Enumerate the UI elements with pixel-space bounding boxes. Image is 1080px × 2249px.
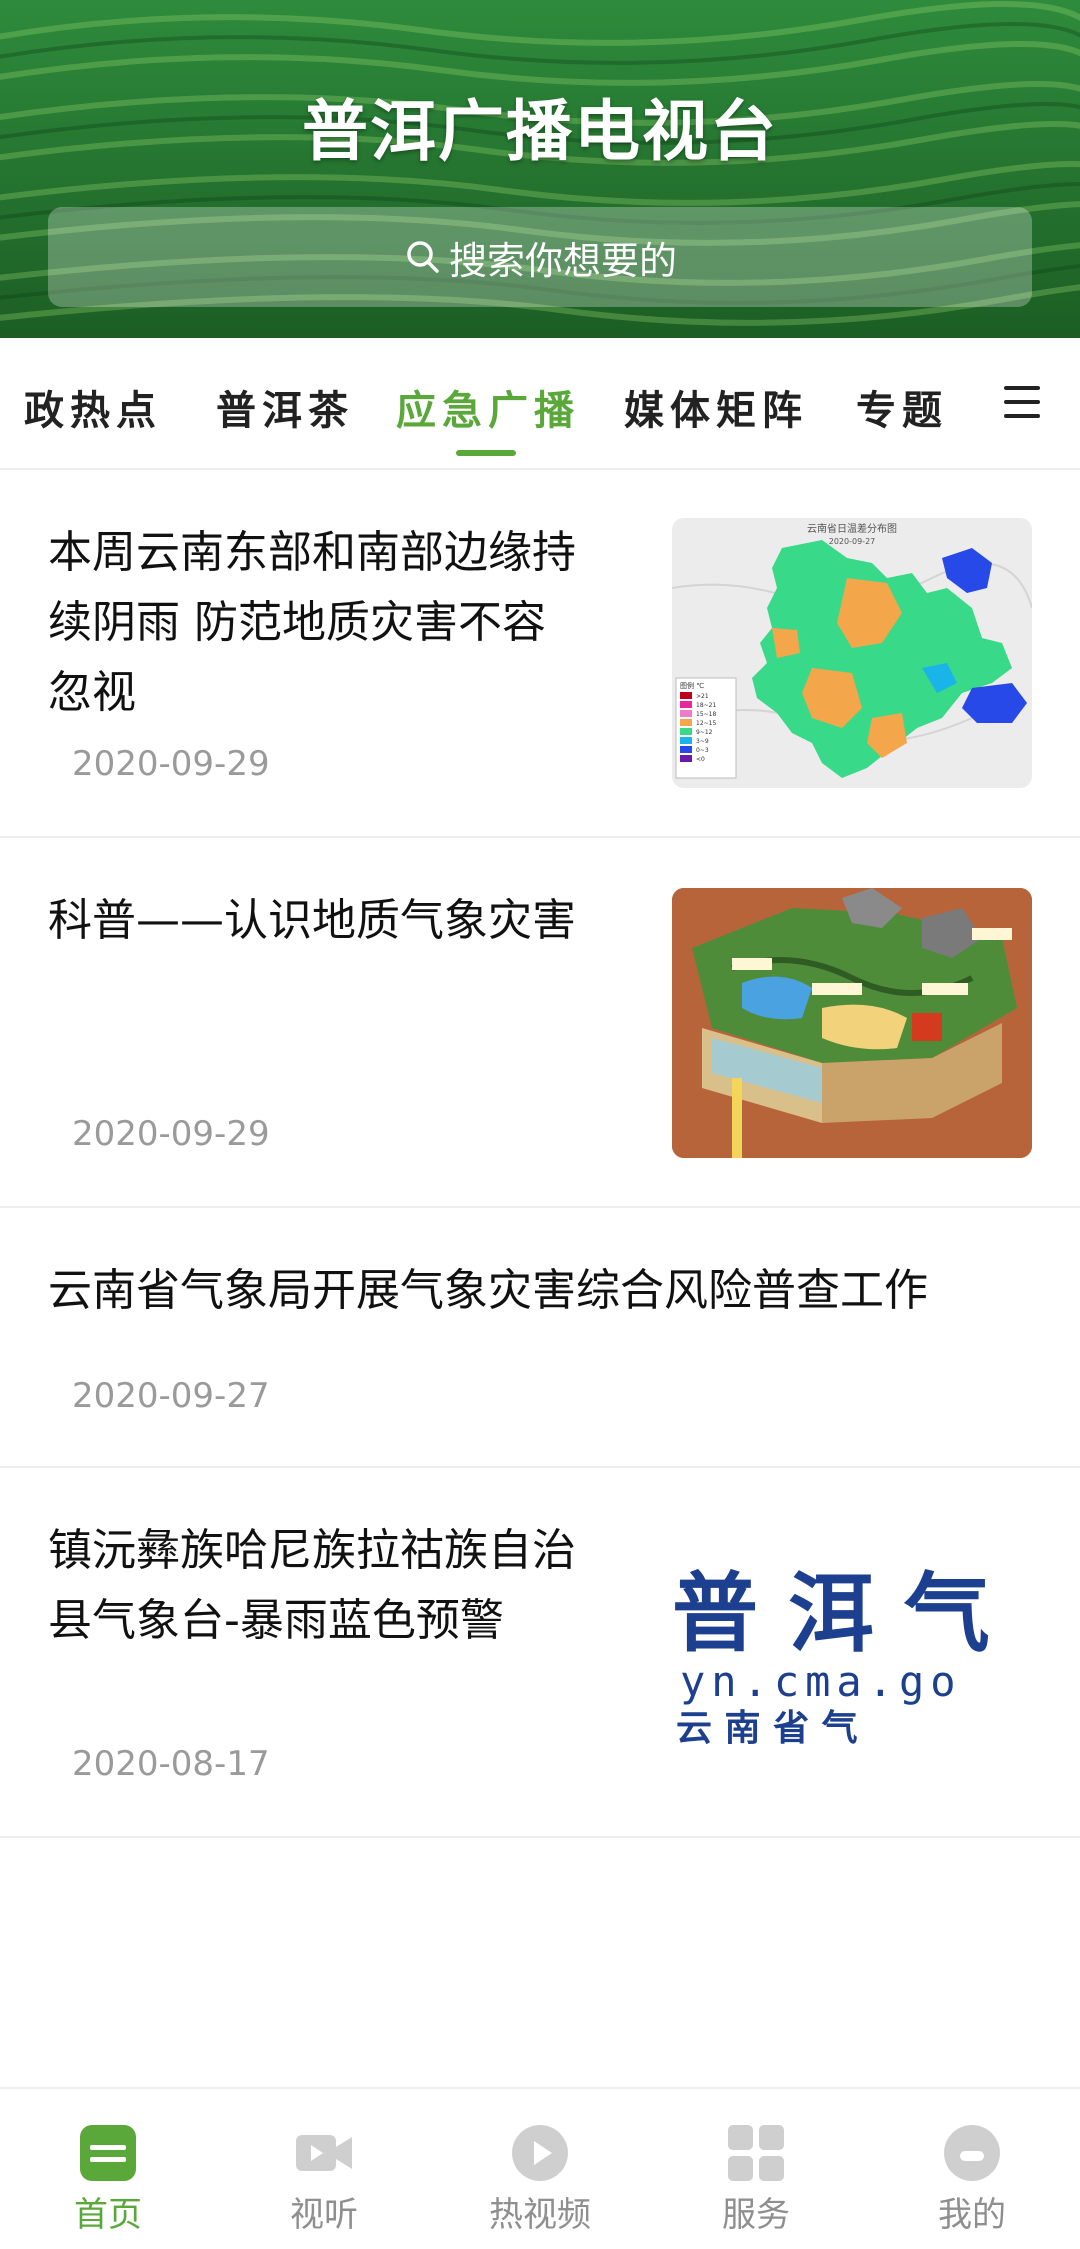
svg-text:<0: <0: [696, 756, 705, 763]
tab-political-hotspot[interactable]: 政热点: [24, 378, 162, 436]
category-tabs: 政热点 普洱茶 应急广播 媒体矩阵 专题: [0, 338, 1080, 470]
geology-disaster-illustration: [672, 888, 1032, 1158]
article-headline: 本周云南东部和南部边缘持 续阴雨 防范地质灾害不容 忽视: [48, 527, 576, 718]
map-date: 2020-09-27: [829, 537, 876, 546]
article-headline: 镇沅彝族哈尼族拉祜族自治 县气象台-暴雨蓝色预警: [48, 1525, 576, 1646]
search-bar[interactable]: 搜索你想要的: [48, 207, 1032, 307]
nav-label: 首页: [74, 2195, 142, 2235]
user-icon: [944, 2125, 1000, 2181]
yunnan-temperature-map: 云南省日温差分布图 2020-09-27 图例 ℃ >21 18~21 15~1…: [672, 518, 1032, 788]
tab-media-matrix[interactable]: 媒体矩阵: [624, 378, 808, 436]
nav-label: 服务: [722, 2195, 790, 2235]
svg-text:9~12: 9~12: [696, 729, 713, 736]
nav-hot-video[interactable]: 热视频: [432, 2089, 648, 2249]
nav-services[interactable]: 服务: [648, 2089, 864, 2249]
menu-icon[interactable]: [1000, 382, 1044, 422]
svg-text:0~3: 0~3: [696, 747, 709, 754]
logo-url: yn.cma.go: [680, 1657, 962, 1706]
article-date: 2020-09-29: [72, 744, 270, 784]
svg-text:12~15: 12~15: [696, 720, 716, 727]
svg-text:18~21: 18~21: [696, 702, 716, 709]
play-circle-icon: [512, 2125, 568, 2181]
nav-audio-video[interactable]: 视听: [216, 2089, 432, 2249]
article-headline: 云南省气象局开展气象灾害综合风险普查工作: [48, 1265, 928, 1316]
nav-label: 热视频: [489, 2195, 591, 2235]
active-tab-indicator: [456, 450, 516, 456]
article-headline: 科普——认识地质气象灾害: [48, 895, 576, 946]
article-thumbnail: [672, 888, 1032, 1158]
svg-text:3~9: 3~9: [696, 738, 709, 745]
home-icon: [80, 2125, 136, 2181]
search-icon: [407, 241, 439, 273]
nav-mine[interactable]: 我的: [864, 2089, 1080, 2249]
search-placeholder: 搜索你想要的: [448, 238, 677, 283]
list-item[interactable]: 镇沅彝族哈尼族拉祜族自治 县气象台-暴雨蓝色预警 2020-08-17 普 洱 …: [0, 1468, 1080, 1838]
tab-emergency-broadcast[interactable]: 应急广播: [396, 378, 580, 436]
svg-text:>21: >21: [696, 693, 709, 700]
list-item[interactable]: 云南省气象局开展气象灾害综合风险普查工作 2020-09-27: [0, 1208, 1080, 1468]
video-camera-icon: [296, 2135, 352, 2171]
tab-puer-tea[interactable]: 普洱茶: [216, 378, 354, 436]
nav-label: 我的: [938, 2195, 1006, 2235]
article-date: 2020-08-17: [72, 1744, 270, 1784]
header-banner: 普洱广播电视台 搜索你想要的: [0, 0, 1080, 338]
article-thumbnail: 普 洱 气 yn.cma.go 云 南 省 气: [672, 1518, 1032, 1788]
tab-special-topics[interactable]: 专题: [856, 378, 948, 436]
article-date: 2020-09-29: [72, 1114, 270, 1154]
article-date: 2020-09-27: [72, 1376, 270, 1416]
logo-title: 普 洱 气: [672, 1564, 990, 1664]
list-item[interactable]: 科普——认识地质气象灾害 2020-09-29: [0, 838, 1080, 1208]
svg-text:15~18: 15~18: [696, 711, 716, 718]
list-item[interactable]: 本周云南东部和南部边缘持 续阴雨 防范地质灾害不容 忽视 2020-09-29 …: [0, 470, 1080, 838]
map-title: 云南省日温差分布图: [807, 522, 897, 535]
article-thumbnail: 云南省日温差分布图 2020-09-27 图例 ℃ >21 18~21 15~1…: [672, 518, 1032, 788]
station-title: 普洱广播电视台: [302, 93, 778, 170]
nav-label: 视听: [290, 2195, 358, 2235]
grid-icon: [728, 2125, 784, 2181]
legend-title: 图例 ℃: [680, 681, 704, 690]
nav-home[interactable]: 首页: [0, 2089, 216, 2249]
puer-weather-logo: 普 洱 气 yn.cma.go 云 南 省 气: [672, 1518, 1032, 1788]
bottom-navigation: 首页 视听 热视频 服务 我的: [0, 2087, 1080, 2249]
logo-subtitle: 云 南 省 气: [676, 1708, 858, 1749]
